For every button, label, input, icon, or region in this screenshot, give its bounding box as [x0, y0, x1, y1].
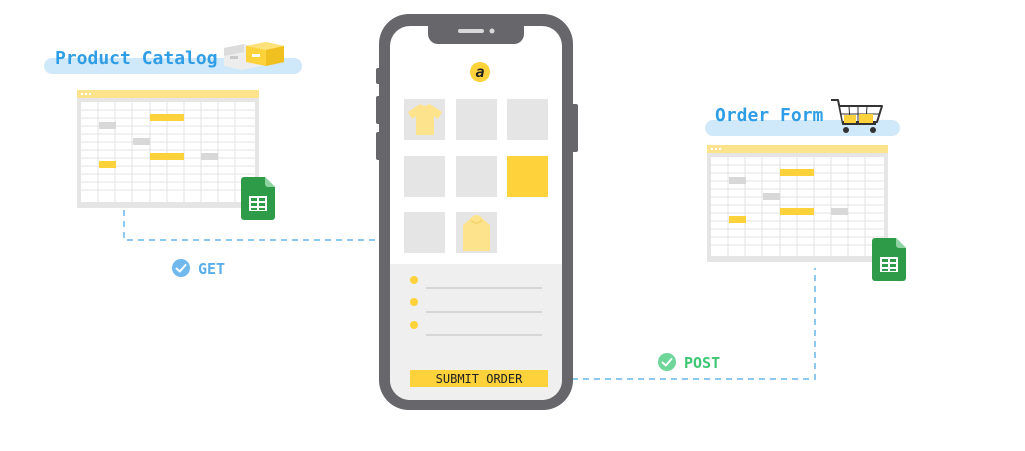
hoodie-icon [463, 215, 490, 251]
product-tile[interactable] [456, 156, 497, 197]
product-tile[interactable] [507, 99, 548, 140]
product-tile[interactable] [456, 99, 497, 140]
submit-order-label: SUBMIT ORDER [435, 372, 523, 386]
logo-letter: a [475, 63, 484, 81]
shopping-cart-icon [831, 99, 883, 133]
logo-icon: a [470, 62, 490, 82]
product-tile[interactable] [404, 212, 445, 253]
check-circle-icon [658, 353, 676, 371]
post-connector [550, 268, 816, 380]
order-form-fields [410, 276, 542, 336]
submit-order-button[interactable]: SUBMIT ORDER [410, 370, 548, 387]
product-tile-selected[interactable] [507, 156, 548, 197]
product-tile[interactable] [404, 156, 445, 197]
get-label: GET [198, 260, 226, 278]
tshirt-icon [408, 104, 442, 135]
order-spreadsheet [707, 145, 888, 262]
order-form-title: Order Form [715, 105, 824, 126]
post-label: POST [684, 354, 721, 372]
check-circle-icon [172, 259, 190, 277]
google-sheets-icon [872, 238, 906, 281]
